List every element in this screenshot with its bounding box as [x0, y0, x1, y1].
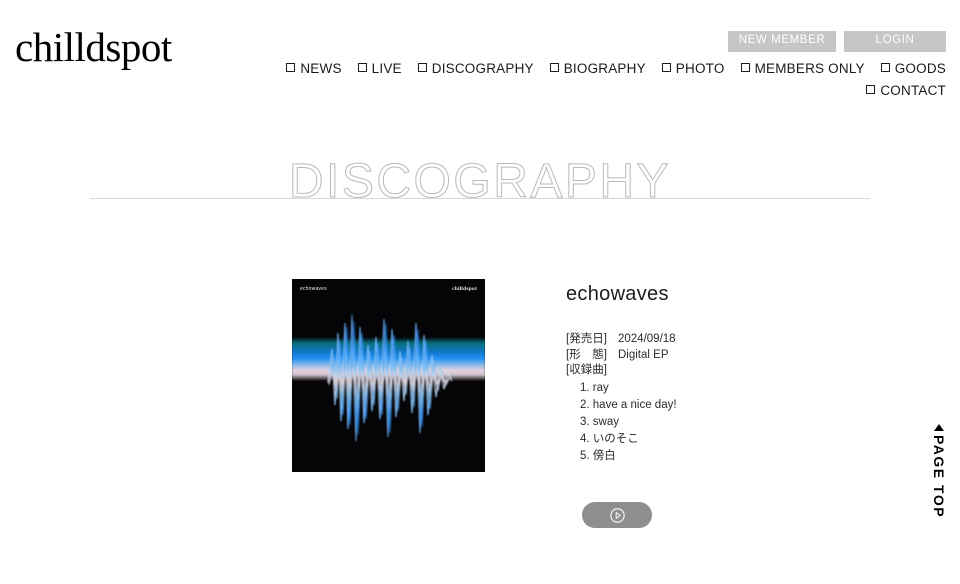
- square-checkbox-icon: [357, 63, 367, 72]
- nav-label: DISCOGRAPHY: [431, 61, 534, 76]
- play-circle-icon: [609, 507, 625, 523]
- nav-item-biography[interactable]: BIOGRAPHY: [549, 58, 646, 80]
- meta-row-release-date: [発売日] 2024/09/18: [566, 332, 896, 348]
- release-item: echowaves chilldspot: [292, 279, 485, 472]
- meta-label: [発売日]: [566, 333, 607, 345]
- page-top-label: PAGE TOP: [931, 435, 947, 519]
- cover-title-text: echowaves: [300, 286, 327, 292]
- nav-item-news[interactable]: NEWS: [286, 58, 341, 80]
- tracklist-label: [収録曲]: [566, 364, 607, 376]
- auth-bar: NEW MEMBER LOGIN: [728, 31, 946, 52]
- track-item: 2. have a nice day!: [580, 398, 677, 411]
- square-checkbox-icon: [661, 63, 671, 72]
- cover-waveform-icon: [327, 314, 453, 442]
- page-top-button[interactable]: PAGE TOP: [926, 424, 952, 523]
- tracklist: 1. ray 2. have a nice day! 3. sway 4. いの…: [566, 380, 896, 465]
- nav-label: CONTACT: [880, 83, 946, 98]
- meta-row-tracklist-label: [収録曲]: [566, 363, 896, 379]
- nav-item-members-only[interactable]: MEMBERS ONLY: [740, 58, 865, 80]
- page-root: chilldspot NEW MEMBER LOGIN NEWS LIVE DISC…: [0, 0, 960, 584]
- play-button[interactable]: [582, 502, 652, 528]
- track-item: 1. ray: [580, 381, 609, 394]
- nav-item-discography[interactable]: DISCOGRAPHY: [417, 58, 534, 80]
- nav-label: BIOGRAPHY: [563, 61, 646, 76]
- square-checkbox-icon: [549, 63, 559, 72]
- new-member-button[interactable]: NEW MEMBER: [728, 31, 836, 52]
- track-item: 5. 傍白: [580, 449, 616, 462]
- square-checkbox-icon: [740, 63, 750, 72]
- square-checkbox-icon: [286, 63, 296, 72]
- square-checkbox-icon: [880, 63, 890, 72]
- track-item: 4. いのそこ: [580, 432, 639, 445]
- nav-label: LIVE: [371, 61, 402, 76]
- cover-artist-logo: chilldspot: [452, 286, 477, 292]
- meta-label: [形 態]: [566, 348, 607, 361]
- album-cover[interactable]: echowaves chilldspot: [292, 279, 485, 472]
- login-button[interactable]: LOGIN: [844, 31, 946, 52]
- track-item: 3. sway: [580, 415, 619, 428]
- nav-item-photo[interactable]: PHOTO: [661, 58, 725, 80]
- nav-label: PHOTO: [675, 61, 725, 76]
- nav-label: MEMBERS ONLY: [754, 61, 865, 76]
- triangle-up-icon: [934, 424, 944, 431]
- nav-label: GOODS: [894, 61, 946, 76]
- album-title: echowaves: [566, 283, 669, 305]
- nav-item-goods[interactable]: GOODS: [880, 58, 946, 80]
- meta-row-format: [形 態] Digital EP: [566, 348, 896, 364]
- meta-value: 2024/09/18: [618, 333, 676, 345]
- square-checkbox-icon: [417, 63, 427, 72]
- release-info: echowaves [発売日] 2024/09/18 [形 態] Digital E…: [566, 283, 896, 465]
- nav-item-live[interactable]: LIVE: [357, 58, 402, 80]
- square-checkbox-icon: [866, 85, 876, 94]
- nav-label: NEWS: [300, 61, 342, 76]
- header-divider: [90, 198, 870, 199]
- meta-value: Digital EP: [618, 348, 669, 361]
- nav-item-contact[interactable]: CONTACT: [866, 80, 946, 102]
- main-navigation: NEWS LIVE DISCOGRAPHY BIOGRAPHY PHOTO MEMBERS…: [0, 58, 946, 102]
